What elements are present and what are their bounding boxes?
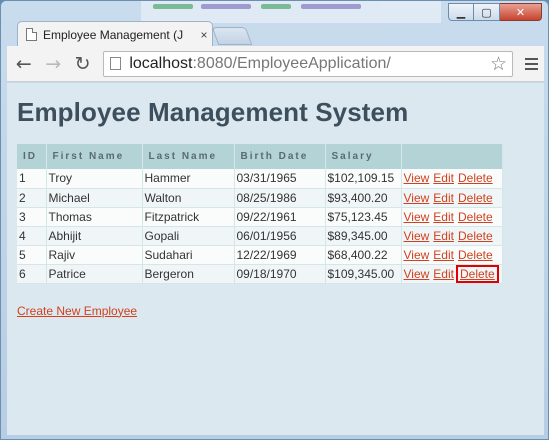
cell-last-name: Sudahari	[142, 245, 235, 265]
delete-link[interactable]: Delete	[458, 191, 493, 205]
delete-link[interactable]: Delete	[456, 264, 499, 283]
delete-link[interactable]: Delete	[458, 248, 493, 262]
column-header-first-name: First Name	[46, 144, 143, 169]
cell-last-name: Bergeron	[142, 264, 235, 284]
table-row: 5 Rajiv Sudahari 12/22/1969 $68,400.22 V…	[17, 245, 503, 265]
table-header-row: ID First Name Last Name Birth Date Salar…	[17, 144, 503, 169]
view-link[interactable]: View	[404, 267, 430, 281]
url-path: :8080/EmployeeApplication/	[192, 54, 391, 72]
cell-id: 2	[17, 188, 47, 208]
browser-toolbar: ← → ↻ localhost:8080/EmployeeApplication…	[7, 46, 544, 82]
column-header-salary: Salary	[325, 144, 402, 169]
page-content: Employee Management System ID First Name…	[7, 83, 544, 435]
browser-window: ▁ ▢ ✕ Employee Management (J × ← → ↻ loc…	[0, 0, 549, 440]
column-header-birth-date: Birth Date	[234, 144, 326, 169]
view-link[interactable]: View	[404, 191, 430, 205]
page-title: Employee Management System	[17, 97, 409, 127]
cell-last-name: Walton	[142, 188, 235, 208]
cell-first-name: Rajiv	[46, 245, 143, 265]
cell-first-name: Abhijit	[46, 226, 143, 246]
cell-actions: View Edit Delete	[401, 207, 503, 227]
url-host: localhost	[129, 54, 193, 72]
edit-link[interactable]: Edit	[433, 191, 454, 205]
edit-link[interactable]: Edit	[433, 210, 454, 224]
cell-id: 1	[17, 169, 47, 189]
cell-actions: View Edit Delete	[401, 188, 503, 208]
edit-link[interactable]: Edit	[433, 267, 454, 281]
menu-icon[interactable]	[519, 51, 544, 77]
column-header-last-name: Last Name	[142, 144, 235, 169]
edit-link[interactable]: Edit	[433, 248, 454, 262]
table-row: 6 Patrice Bergeron 09/18/1970 $109,345.0…	[17, 264, 503, 284]
browser-tab[interactable]: Employee Management (J ×	[17, 21, 213, 47]
maximize-button[interactable]: ▢	[474, 3, 500, 21]
view-link[interactable]: View	[404, 210, 430, 224]
tab-title: Employee Management (J	[43, 27, 184, 42]
page-icon	[26, 28, 37, 41]
minimize-button[interactable]: ▁	[448, 3, 474, 21]
reload-icon[interactable]: ↻	[70, 51, 95, 77]
cell-actions: View Edit Delete	[401, 245, 503, 265]
cell-salary: $75,123.45	[325, 207, 402, 227]
forward-arrow-icon[interactable]: →	[40, 51, 65, 77]
cell-birth-date: 12/22/1969	[234, 245, 326, 265]
cell-birth-date: 09/22/1961	[234, 207, 326, 227]
table-row: 3 Thomas Fitzpatrick 09/22/1961 $75,123.…	[17, 207, 503, 227]
table-row: 2 Michael Walton 08/25/1986 $93,400.20 V…	[17, 188, 503, 208]
cell-salary: $93,400.20	[325, 188, 402, 208]
cell-last-name: Fitzpatrick	[142, 207, 235, 227]
cell-actions: View Edit Delete	[401, 169, 503, 189]
cell-actions: View Edit Delete	[401, 226, 503, 246]
tab-close-icon[interactable]: ×	[196, 28, 212, 42]
cell-last-name: Gopali	[142, 226, 235, 246]
view-link[interactable]: View	[404, 171, 430, 185]
cell-first-name: Thomas	[46, 207, 143, 227]
cell-actions: View Edit Delete	[401, 264, 503, 284]
cell-id: 4	[17, 226, 47, 246]
table-row: 1 Troy Hammer 03/31/1965 $102,109.15 Vie…	[17, 169, 503, 189]
cell-birth-date: 06/01/1956	[234, 226, 326, 246]
address-bar[interactable]: localhost:8080/EmployeeApplication/ ☆	[103, 50, 513, 77]
cell-id: 6	[17, 264, 47, 284]
background-window-strip	[141, 1, 441, 23]
cell-salary: $102,109.15	[325, 169, 402, 189]
delete-link[interactable]: Delete	[458, 229, 493, 243]
cell-first-name: Troy	[46, 169, 143, 189]
edit-link[interactable]: Edit	[433, 229, 454, 243]
bookmark-star-icon[interactable]: ☆	[486, 53, 512, 75]
delete-link[interactable]: Delete	[458, 171, 493, 185]
cell-id: 3	[17, 207, 47, 227]
edit-link[interactable]: Edit	[433, 171, 454, 185]
cell-first-name: Michael	[46, 188, 143, 208]
window-controls: ▁ ▢ ✕	[448, 3, 542, 21]
new-tab-button[interactable]	[211, 27, 253, 45]
back-arrow-icon[interactable]: ←	[11, 51, 36, 77]
page-info-icon[interactable]	[110, 57, 122, 70]
cell-last-name: Hammer	[142, 169, 235, 189]
column-header-id: ID	[17, 144, 47, 169]
column-header-actions	[401, 144, 503, 169]
view-link[interactable]: View	[404, 248, 430, 262]
view-link[interactable]: View	[404, 229, 430, 243]
cell-salary: $68,400.22	[325, 245, 402, 265]
cell-salary: $89,345.00	[325, 226, 402, 246]
cell-first-name: Patrice	[46, 264, 143, 284]
create-new-employee-link[interactable]: Create New Employee	[17, 304, 137, 318]
cell-birth-date: 09/18/1970	[234, 264, 326, 284]
delete-link[interactable]: Delete	[458, 210, 493, 224]
table-row: 4 Abhijit Gopali 06/01/1956 $89,345.00 V…	[17, 226, 503, 246]
cell-id: 5	[17, 245, 47, 265]
employee-table: ID First Name Last Name Birth Date Salar…	[17, 144, 503, 284]
close-window-button[interactable]: ✕	[500, 3, 542, 21]
cell-birth-date: 08/25/1986	[234, 188, 326, 208]
cell-salary: $109,345.00	[325, 264, 402, 284]
cell-birth-date: 03/31/1965	[234, 169, 326, 189]
